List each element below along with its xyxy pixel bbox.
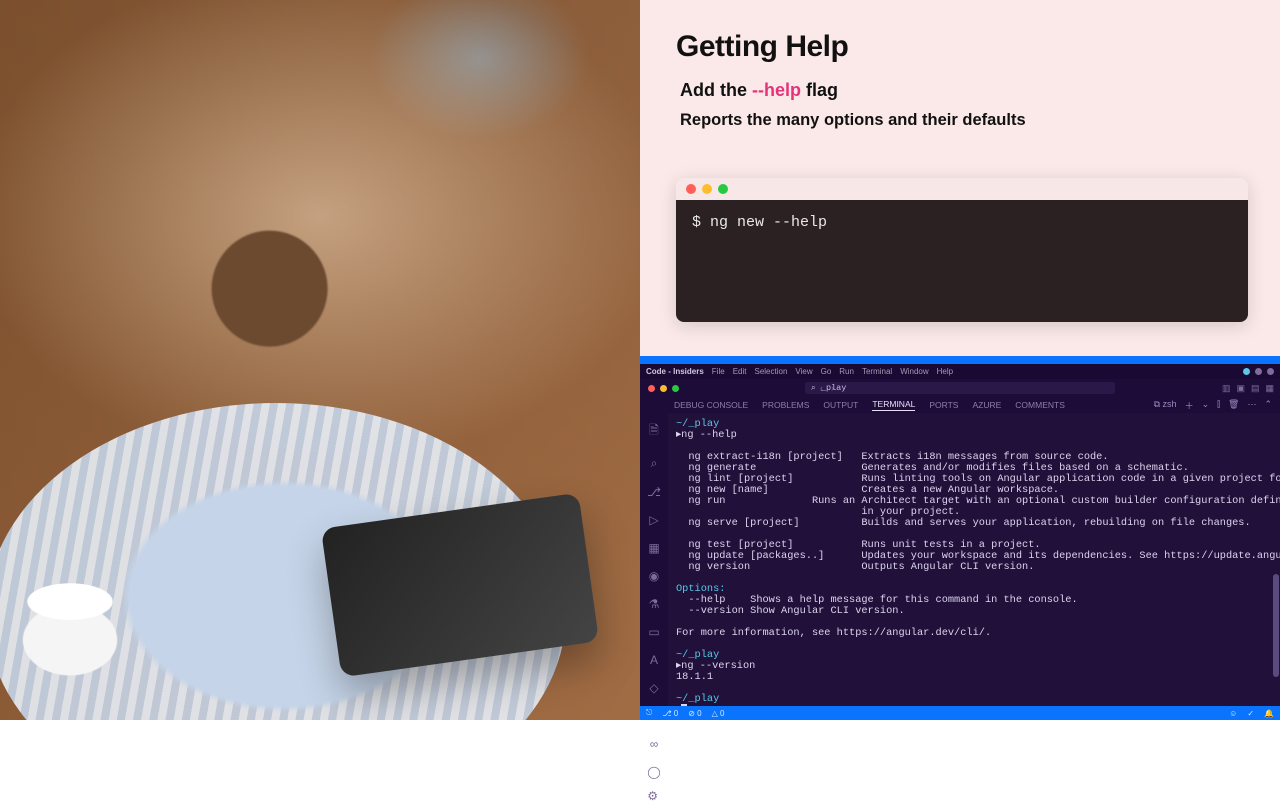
notifications-icon[interactable]: 🔔 (1264, 709, 1274, 718)
zoom-icon[interactable] (718, 184, 728, 194)
customize-layout-icon[interactable]: ▦ (1265, 383, 1274, 394)
kill-terminal-icon[interactable]: 🗑 (1228, 399, 1239, 412)
presenter-photo (0, 0, 640, 720)
nav-arrows: ‹ › (820, 383, 834, 393)
errors-status[interactable]: ⊘ 0 (688, 709, 701, 718)
activity-bar: 🗎 ⌕ ⎇ ▷ ▦ ◉ ⚗ ▭ A ◇ ⎔ ∞ ◯ ⚙ (640, 413, 668, 706)
menu-run[interactable]: Run (839, 367, 854, 376)
tab-terminal[interactable]: TERMINAL (872, 399, 915, 411)
slide-line1-pre: Add the (680, 80, 752, 100)
traffic-lights (648, 385, 679, 392)
split-terminal-icon[interactable]: ⫿ (1217, 399, 1220, 412)
tab-azure[interactable]: AZURE (972, 400, 1001, 410)
close-icon[interactable] (648, 385, 655, 392)
slide-title: Getting Help (676, 30, 1244, 64)
misc-icon[interactable]: ◇ (649, 681, 658, 695)
slide-line1-post: flag (801, 80, 838, 100)
tab-debug-console[interactable]: DEBUG CONSOLE (674, 400, 748, 410)
slide-getting-help: Getting Help Add the --help flag Reports… (640, 0, 1280, 356)
search-icon[interactable]: ⌕ (651, 456, 658, 471)
layout-left-icon[interactable]: ▥ (1222, 383, 1231, 394)
remote-icon[interactable]: ◉ (649, 569, 659, 583)
tab-comments[interactable]: COMMENTS (1015, 400, 1065, 410)
docker-icon[interactable]: ▭ (648, 625, 659, 639)
command-center-search[interactable]: ⌕ _play (805, 382, 1115, 394)
terminal-view[interactable]: ~/_play ▸ng --help ng extract-i18n [proj… (668, 413, 1280, 706)
photo-cup (0, 580, 160, 700)
menu-terminal[interactable]: Terminal (862, 367, 892, 376)
menu-edit[interactable]: Edit (733, 367, 747, 376)
misc2-icon[interactable] (1267, 368, 1274, 375)
new-terminal-icon[interactable]: ＋ (1185, 399, 1194, 412)
menu-file[interactable]: File (712, 367, 725, 376)
chevron-up-icon[interactable]: ⌃ (1264, 399, 1272, 412)
nav-back-icon[interactable]: ‹ (820, 383, 823, 393)
misc-icon[interactable] (1255, 368, 1262, 375)
files-icon[interactable]: 🗎 (649, 421, 659, 442)
minimize-icon[interactable] (660, 385, 667, 392)
status-bar: ⎋ ⎇ 0 ⊘ 0 △ 0 ☺ ✓ 🔔 (640, 706, 1280, 720)
close-icon[interactable] (686, 184, 696, 194)
slide-terminal-card: $ ng new --help (676, 178, 1248, 322)
warnings-status[interactable]: △ 0 (712, 709, 725, 718)
tab-problems[interactable]: PROBLEMS (762, 400, 809, 410)
git-status[interactable]: ⎇ 0 (662, 709, 678, 718)
vscode-top-accent (640, 356, 1280, 364)
account-icon[interactable]: ◯ (647, 765, 660, 779)
tab-ports[interactable]: PORTS (929, 400, 958, 410)
vscode-menubar: Code - Insiders File Edit Selection View… (640, 364, 1280, 379)
menu-view[interactable]: View (795, 367, 812, 376)
testing-icon[interactable]: ⚗ (649, 597, 660, 611)
misc3-icon[interactable]: ∞ (650, 737, 659, 751)
layout-bottom-icon[interactable]: ▣ (1236, 383, 1245, 394)
git-icon[interactable]: ⎇ (647, 485, 661, 499)
hostbar-right-icons: ▥ ▣ ▤ ▦ (1222, 383, 1274, 394)
help-flag-text: --help (752, 80, 801, 100)
menu-help[interactable]: Help (937, 367, 953, 376)
slide-subtitle: Add the --help flag Reports the many opt… (680, 80, 1244, 130)
vscode-main: 🗎 ⌕ ⎇ ▷ ▦ ◉ ⚗ ▭ A ◇ ⎔ ∞ ◯ ⚙ ~/_play ▸ng … (640, 413, 1280, 706)
vscode-window: Code - Insiders File Edit Selection View… (640, 356, 1280, 720)
shell-label[interactable]: ⧉ zsh (1154, 399, 1177, 412)
layout-right-icon[interactable]: ▤ (1251, 383, 1260, 394)
extensions-icon[interactable]: ▦ (648, 541, 659, 555)
more-icon[interactable]: ⋯ (1247, 399, 1256, 412)
terminal-command: $ ng new --help (692, 214, 827, 231)
terminal-titlebar (676, 178, 1248, 200)
rec-icon[interactable] (1243, 368, 1250, 375)
menu-selection[interactable]: Selection (754, 367, 787, 376)
tab-output[interactable]: OUTPUT (823, 400, 858, 410)
menu-window[interactable]: Window (900, 367, 928, 376)
debug-icon[interactable]: ▷ (649, 513, 658, 527)
menu-go[interactable]: Go (821, 367, 832, 376)
azure-icon[interactable]: A (650, 653, 658, 667)
terminal-scrollbar[interactable] (1273, 413, 1279, 706)
terminal-dropdown-icon[interactable]: ⌄ (1202, 399, 1210, 412)
prettier-icon[interactable]: ✓ (1247, 709, 1254, 718)
nav-forward-icon[interactable]: › (831, 383, 834, 393)
right-column: Getting Help Add the --help flag Reports… (640, 0, 1280, 720)
panel-tabs: DEBUG CONSOLE PROBLEMS OUTPUT TERMINAL P… (640, 397, 1280, 413)
slide-line1: Add the --help flag (680, 80, 1244, 101)
zoom-icon[interactable] (672, 385, 679, 392)
menubar-right-icons (1243, 368, 1274, 375)
scrollbar-thumb[interactable] (1273, 574, 1279, 677)
app-name: Code - Insiders (646, 367, 704, 376)
minimize-icon[interactable] (702, 184, 712, 194)
gear-icon[interactable]: ⚙ (647, 789, 660, 803)
terminal-body: $ ng new --help (676, 200, 1248, 322)
feedback-icon[interactable]: ☺ (1229, 709, 1237, 718)
terminal-toolbar: ⧉ zsh ＋ ⌄ ⫿ 🗑 ⋯ ⌃ (1154, 399, 1280, 412)
slide-line2: Reports the many options and their defau… (680, 111, 1244, 130)
vscode-hostbar: ‹ › ⌕ _play ▥ ▣ ▤ ▦ (640, 379, 1280, 397)
remote-status[interactable]: ⎋ (646, 708, 652, 718)
